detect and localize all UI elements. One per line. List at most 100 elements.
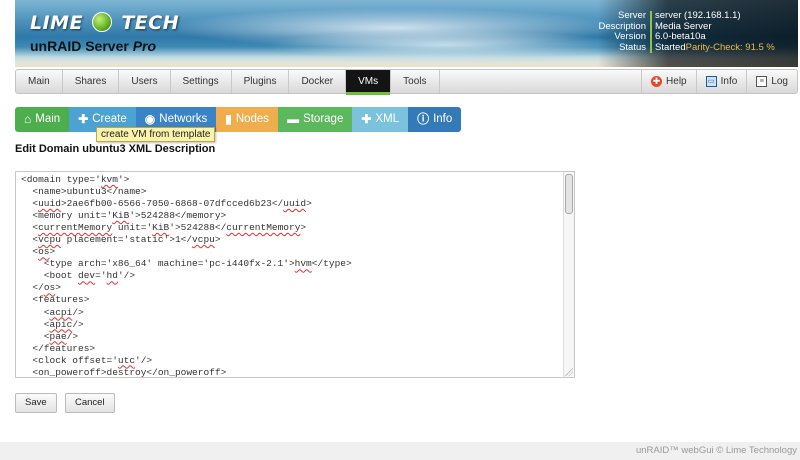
spellcheck-token: currentMemory: [226, 222, 301, 234]
toolbar-button-label: Storage: [303, 113, 344, 125]
code-token: />: [66, 330, 79, 342]
code-token: placement='static'>1</: [60, 234, 193, 246]
document-icon: ≡: [756, 76, 768, 87]
save-button[interactable]: Save: [15, 393, 57, 413]
header-banner: LIME TECH unRAID Server Pro Server server…: [15, 0, 798, 67]
spellcheck-token: vcpu: [38, 234, 61, 246]
info-button[interactable]: ▭ Info: [695, 70, 747, 93]
spellcheck-token: vcpu: [192, 234, 215, 246]
code-line: <domain type='kvm'>: [21, 174, 129, 185]
product-name: unRAID Server Pro: [30, 38, 157, 54]
code-line: <uuid>2ae6fb00-6566-7050-6868-07dfcced6b…: [21, 198, 312, 210]
code-line: <on_poweroff>destroy</on_poweroff>: [21, 366, 227, 378]
spellcheck-token: utc: [117, 354, 136, 366]
editor-scrollbar[interactable]: [563, 172, 574, 377]
code-token: >: [49, 246, 56, 258]
spellcheck-token: currentMemory: [38, 222, 113, 234]
toolbar-nodes-button[interactable]: ▮ Nodes: [216, 107, 279, 132]
code-token: >2ae6fb00-6566-7050-6868-07dfcced6b23</: [60, 198, 284, 210]
scrollbar-thumb[interactable]: [565, 174, 573, 214]
spellcheck-token: on_poweroff: [157, 366, 221, 378]
server-info-value-text: server (192.168.1.1): [655, 10, 741, 21]
code-token: </: [21, 282, 44, 294]
toolbar-storage-button[interactable]: ▬ Storage: [278, 107, 353, 132]
code-line: <pae/>: [21, 331, 78, 342]
code-line: <vcpu placement='static'>1</vcpu>: [21, 234, 221, 246]
footer: unRAID™ webGui © Lime Technology: [0, 442, 800, 460]
spellcheck-token: apic: [49, 318, 73, 330]
server-info-key: Status: [582, 42, 652, 53]
code-token: <: [21, 246, 39, 258]
tab-main[interactable]: Main: [16, 70, 63, 93]
code-token: <memory unit=': [21, 210, 113, 222]
page-title: Edit Domain ubuntu3 XML Description: [15, 143, 216, 155]
info-icon: ⓘ: [417, 112, 430, 126]
tab-shares[interactable]: Shares: [63, 70, 120, 93]
toolbar-button-label: Info: [433, 113, 453, 125]
xml-text[interactable]: <domain type='kvm'> <name>ubuntu3</name>…: [21, 174, 352, 378]
server-info-value-text: Media Server: [655, 20, 712, 32]
code-line: <name>ubuntu3</name>: [21, 186, 146, 197]
code-token: '>: [117, 174, 130, 185]
code-token: <: [21, 318, 50, 330]
code-line: <boot dev='hd'/>: [21, 270, 135, 281]
bar-chart-icon: ▮: [225, 112, 232, 126]
code-token: </features>: [21, 342, 96, 354]
toolbar-button-label: Main: [35, 113, 61, 125]
log-button[interactable]: ≡ Log: [746, 70, 797, 93]
code-line: </features>: [21, 343, 95, 354]
code-token: <features>: [21, 294, 90, 306]
spellcheck-token: hd: [106, 270, 118, 282]
server-info: Server server (192.168.1.1) Description Med…: [582, 10, 792, 54]
tab-vms[interactable]: VMs: [346, 70, 392, 95]
tab-users[interactable]: Users: [119, 70, 171, 93]
code-token: <: [21, 222, 39, 234]
spellcheck-token: hvm: [294, 258, 312, 270]
server-info-value-text: Started: [655, 41, 686, 53]
code-line: <features>: [21, 294, 89, 305]
resize-grip[interactable]: [565, 368, 573, 376]
code-token: <name>ubuntu3</name>: [21, 186, 147, 198]
tab-plugins[interactable]: Plugins: [232, 70, 290, 93]
code-token: <: [21, 198, 39, 210]
spellcheck-token: on_poweroff: [38, 366, 101, 378]
toolbar-xml-button[interactable]: ✚ XML: [352, 107, 409, 132]
spellcheck-token: kvm: [100, 174, 118, 185]
help-button[interactable]: ✚ Help: [641, 70, 696, 93]
code-token: />: [72, 306, 84, 318]
spellcheck-token: KiB: [152, 222, 170, 234]
code-line: <currentMemory unit='KiB'>524288</curren…: [21, 222, 306, 233]
parity-check-status: Parity-Check: 91.5 %: [685, 41, 775, 53]
code-token: </type>: [311, 258, 352, 270]
plus-icon: ✚: [361, 112, 372, 126]
code-line: <clock offset='utc'/>: [21, 355, 152, 366]
server-info-key: Server: [582, 10, 652, 22]
code-line: <os>: [21, 246, 55, 257]
code-line: <acpi/>: [21, 307, 84, 318]
code-token: '>524288</memory>: [129, 210, 227, 222]
code-line: <apic/>: [21, 319, 84, 330]
code-token: <: [21, 330, 50, 342]
toolbar-button-label: XML: [375, 113, 400, 125]
server-info-value: StartedParity-Check: 91.5 %: [652, 41, 792, 54]
code-token: >: [220, 366, 227, 378]
xml-editor[interactable]: <domain type='kvm'> <name>ubuntu3</name>…: [15, 171, 575, 378]
code-token: >: [306, 198, 312, 210]
server-info-row: Status StartedParity-Check: 91.5 %: [582, 41, 792, 54]
toolbar-info-button[interactable]: ⓘ Info: [408, 107, 462, 132]
main-nav: Main Shares Users Settings Plugins Docker VMs T…: [15, 69, 798, 95]
toolbar-main-button[interactable]: ⌂ Main: [15, 107, 70, 132]
spellcheck-token: os: [43, 282, 56, 294]
footer-text: unRAID™ webGui © Lime Technology: [635, 445, 797, 456]
code-token: >: [214, 234, 221, 246]
help-icon: ✚: [651, 76, 663, 87]
tab-docker[interactable]: Docker: [289, 70, 347, 93]
home-icon: ⌂: [24, 112, 32, 126]
code-token: >: [55, 282, 61, 294]
code-token: =': [95, 270, 107, 282]
monitor-icon: ▭: [705, 76, 717, 87]
tab-tools[interactable]: Tools: [391, 70, 440, 93]
lime-tech-logo: LIME TECH: [30, 12, 180, 34]
tab-settings[interactable]: Settings: [171, 70, 232, 93]
cancel-button[interactable]: Cancel: [65, 393, 115, 413]
